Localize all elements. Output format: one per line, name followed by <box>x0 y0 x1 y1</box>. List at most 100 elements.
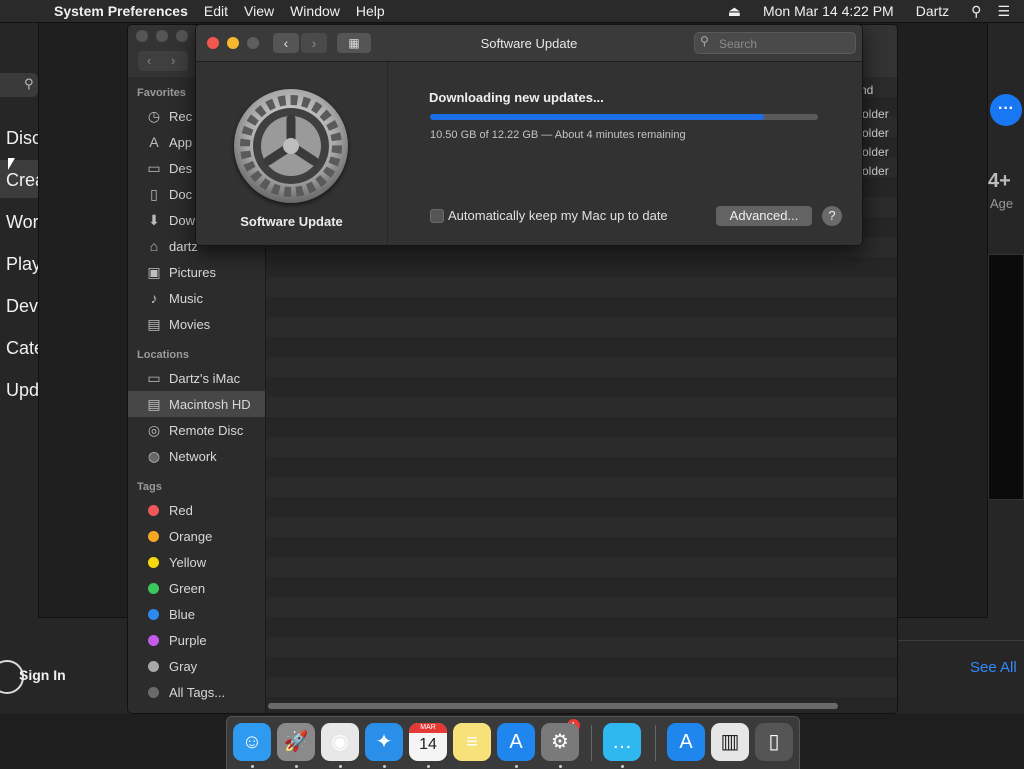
sidebar-item-location[interactable]: ▭ Dartz's iMac <box>128 365 265 391</box>
sidebar-item-tag[interactable]: Green <box>128 575 265 601</box>
spotlight-search-icon[interactable]: ⚲ <box>971 3 981 20</box>
software-update-window: ‹ › ▦ Software Update ⚲ Software Update … <box>195 24 863 246</box>
user-menu[interactable]: Dartz <box>916 3 949 19</box>
document-icon[interactable]: ▥ <box>711 723 749 761</box>
calendar-icon[interactable]: 14 MAR <box>409 723 447 761</box>
auto-update-label[interactable]: Automatically keep my Mac up to date <box>448 208 668 223</box>
calendar-month-label: MAR <box>409 723 447 733</box>
help-button[interactable]: ? <box>822 206 842 226</box>
list-row-stripe <box>266 357 897 377</box>
download-progress-bar <box>430 114 818 120</box>
sidebar-item-label: Yellow <box>169 554 207 570</box>
sidebar-item-label: Orange <box>169 528 213 544</box>
sign-in-button[interactable]: Sign In <box>19 667 66 683</box>
sidebar-item-location[interactable]: ◍ Network <box>128 443 265 469</box>
app-store-sidebar-item-discover[interactable]: Disc <box>6 128 41 149</box>
list-row-stripe <box>266 397 897 417</box>
list-row-stripe <box>266 437 897 457</box>
trash-icon[interactable]: ▯ <box>755 723 793 761</box>
finder-close-button[interactable] <box>136 30 148 42</box>
menu-extras: ⏏ Mon Mar 14 4:22 PM Dartz ⚲ ☰ <box>728 0 1024 22</box>
sidebar-item-favorite-icon: ▯ <box>150 185 158 202</box>
sidebar-item-tag[interactable]: Blue <box>128 601 265 627</box>
sidebar-item-location-icon: ◍ <box>147 447 161 464</box>
auto-update-checkbox[interactable] <box>430 209 444 223</box>
app-store-sidebar-item-updates[interactable]: Upd <box>6 380 39 401</box>
clock[interactable]: Mon Mar 14 4:22 PM <box>763 3 894 19</box>
finder-zoom-button[interactable] <box>176 30 188 42</box>
sidebar-item-favorite[interactable]: ▣ Pictures <box>128 259 265 285</box>
chrome-icon[interactable]: ◉ <box>321 723 359 761</box>
sidebar-item-label: Des <box>169 160 193 176</box>
app-store-sidebar-item-work[interactable]: Wor <box>6 212 39 233</box>
sidebar-item-favorite-icon: ♪ <box>150 290 158 306</box>
chevron-right-icon[interactable]: › <box>171 53 175 68</box>
dock-separator <box>591 725 592 761</box>
menu-edit[interactable]: Edit <box>204 3 228 19</box>
app-screenshot-thumbnail[interactable] <box>988 254 1024 500</box>
list-row-stripe <box>266 277 897 297</box>
app-store-sidebar-item-develop[interactable]: Dev <box>6 296 38 317</box>
search-field[interactable]: ⚲ <box>694 32 856 55</box>
sidebar-item-tag[interactable]: Gray <box>128 653 265 679</box>
notes-icon[interactable]: ≡ <box>453 723 491 761</box>
notification-center-icon[interactable]: ☰ <box>997 3 1010 20</box>
sidebar-item-label: dartz <box>169 238 198 254</box>
app-store-sidebar-item-play[interactable]: Play <box>6 254 41 275</box>
software-update-titlebar: ‹ › ▦ Software Update ⚲ <box>196 25 862 62</box>
sidebar-item-tag[interactable]: Red <box>128 497 265 523</box>
sidebar-item-label: Dartz's iMac <box>169 370 241 386</box>
sidebar-item-location[interactable]: ▤ Macintosh HD <box>128 391 265 417</box>
menu-help[interactable]: Help <box>356 3 385 19</box>
app-store-search-field[interactable]: ⚲ <box>0 73 38 97</box>
list-row-stripe <box>266 477 897 497</box>
launchpad-icon[interactable]: 🚀 <box>277 723 315 761</box>
eject-icon[interactable]: ⏏ <box>728 3 741 20</box>
system-preferences-icon[interactable]: ⚙ <box>541 723 579 761</box>
dock-separator <box>655 725 656 761</box>
app-store-download-icon[interactable]: A <box>667 723 705 761</box>
kind-cell: older <box>862 145 889 159</box>
sidebar-item-favorite-icon: ▭ <box>147 159 161 176</box>
chevron-left-icon[interactable]: ‹ <box>147 53 151 68</box>
advanced-button[interactable]: Advanced... <box>716 206 812 226</box>
search-input[interactable] <box>717 33 851 55</box>
tag-color-icon <box>148 582 159 594</box>
sidebar-item-tag[interactable]: All Tags... <box>128 679 265 705</box>
sidebar-item-favorite-icon: ▤ <box>147 315 161 332</box>
sidebar-item-favorite-icon: ▣ <box>147 263 161 280</box>
sidebar-item-tag[interactable]: Orange <box>128 523 265 549</box>
tag-color-icon <box>148 530 159 542</box>
download-status-detail: 10.50 GB of 12.22 GB — About 4 minutes r… <box>430 129 686 141</box>
sidebar-item-label: Dow <box>169 212 196 228</box>
search-icon: ⚲ <box>700 34 709 48</box>
more-options-button[interactable]: ··· <box>990 94 1022 126</box>
finder-back-forward[interactable]: ‹ › <box>138 51 188 71</box>
horizontal-scrollbar[interactable] <box>268 703 838 709</box>
locations-heading: Locations <box>137 349 189 361</box>
finder-icon[interactable]: ☺ <box>233 723 271 761</box>
sidebar-item-favorite[interactable]: ▤ Movies <box>128 311 265 337</box>
menu-window[interactable]: Window <box>290 3 340 19</box>
sidebar-item-location[interactable]: ◎ Remote Disc <box>128 417 265 443</box>
sidebar-item-favorite-icon: A <box>149 134 159 150</box>
app-store-icon[interactable]: A <box>497 723 535 761</box>
list-row-stripe <box>266 637 897 657</box>
see-all-link[interactable]: See All <box>970 659 1017 676</box>
menu-view[interactable]: View <box>244 3 274 19</box>
app-menu[interactable]: System Preferences <box>54 3 188 19</box>
sidebar-item-label: Pictures <box>169 264 216 280</box>
list-row-stripe <box>266 597 897 617</box>
sidebar-item-label: Green <box>169 580 206 596</box>
safari-icon[interactable]: ✦ <box>365 723 403 761</box>
finder-minimize-button[interactable] <box>156 30 168 42</box>
messages-icon[interactable]: … <box>603 723 641 761</box>
sidebar-item-tag[interactable]: Yellow <box>128 549 265 575</box>
tag-color-icon <box>148 608 159 620</box>
sidebar-item-label: Movies <box>169 316 211 332</box>
sidebar-item-tag[interactable]: Purple <box>128 627 265 653</box>
sidebar-item-favorite[interactable]: ♪ Music <box>128 285 265 311</box>
list-row-stripe <box>266 317 897 337</box>
sidebar-item-location-icon: ▭ <box>147 369 161 386</box>
list-row-stripe <box>266 677 897 697</box>
